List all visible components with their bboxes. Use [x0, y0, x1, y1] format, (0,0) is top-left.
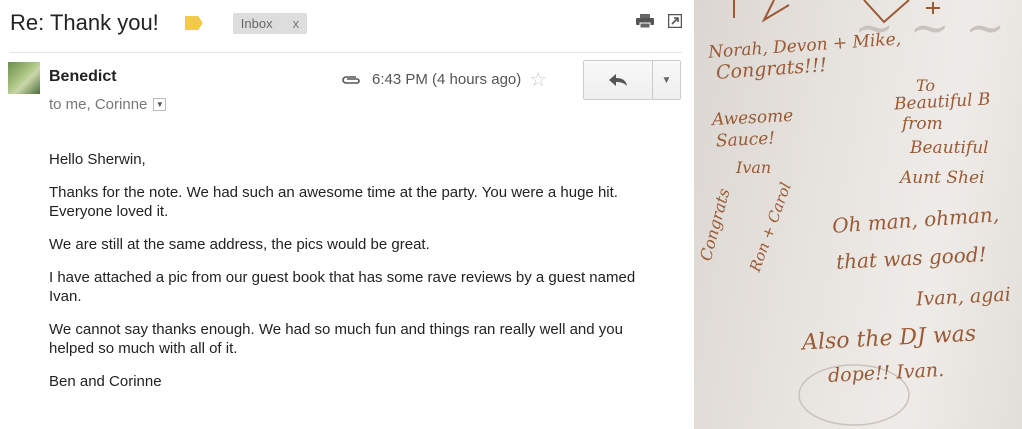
guestbook-note: Aunt Shei	[900, 168, 985, 188]
guestbook-note: Ivan	[736, 158, 772, 177]
show-details-icon[interactable]: ▼	[153, 98, 167, 111]
guestbook-note: from	[902, 114, 943, 134]
reply-button-group: ▼	[583, 60, 681, 100]
body-paragraph: We cannot say thanks enough. We had so m…	[49, 321, 623, 357]
body-paragraph: I have attached a pic from our guest boo…	[49, 269, 636, 305]
recipients-line: to me, Corinne ▼	[49, 96, 167, 113]
header-divider	[10, 52, 682, 53]
remove-label-button[interactable]: x	[293, 16, 300, 31]
reply-button[interactable]	[584, 61, 653, 99]
message-time: 6:43 PM (4 hours ago)	[372, 71, 522, 88]
inbox-label-chip[interactable]: Inbox x	[232, 12, 308, 34]
body-paragraph: Hello Sherwin,	[49, 151, 146, 168]
body-paragraph: Thanks for the note. We had such an awes…	[49, 184, 618, 220]
print-icon[interactable]	[636, 14, 654, 28]
body-signature: Ben and Corinne	[49, 373, 162, 390]
recipients-text: to me, Corinne	[49, 96, 148, 113]
paperclip-icon	[342, 75, 360, 84]
sender-avatar[interactable]	[8, 62, 40, 94]
sender-name[interactable]: Benedict	[49, 68, 117, 86]
star-icon[interactable]: ☆	[529, 67, 547, 92]
guest-book-photo: ~ ~ ~ Norah, Devon + Mike, Congrats!!! A…	[694, 0, 1022, 429]
guestbook-note: Sauce!	[715, 128, 776, 152]
email-pane: Re: Thank you! Inbox x Benedict to me, C…	[0, 0, 694, 429]
inbox-label-text: Inbox	[240, 15, 273, 31]
more-actions-button[interactable]: ▼	[653, 61, 680, 99]
message-meta: 6:43 PM (4 hours ago) ☆	[340, 67, 547, 92]
reply-icon	[609, 74, 627, 86]
message-body: Hello Sherwin, Thanks for the note. We h…	[49, 150, 659, 405]
email-subject: Re: Thank you!	[10, 10, 159, 35]
popout-icon[interactable]	[668, 14, 682, 28]
dropdown-icon: ▼	[661, 74, 672, 86]
guestbook-note: Beautiful	[910, 138, 989, 158]
guestbook-note: Awesome	[711, 105, 794, 131]
subject-row: Re: Thank you! Inbox x	[10, 6, 308, 40]
label-tag-icon[interactable]	[184, 16, 203, 30]
body-paragraph: We are still at the same address, the pi…	[49, 236, 430, 253]
header-actions	[636, 14, 682, 28]
